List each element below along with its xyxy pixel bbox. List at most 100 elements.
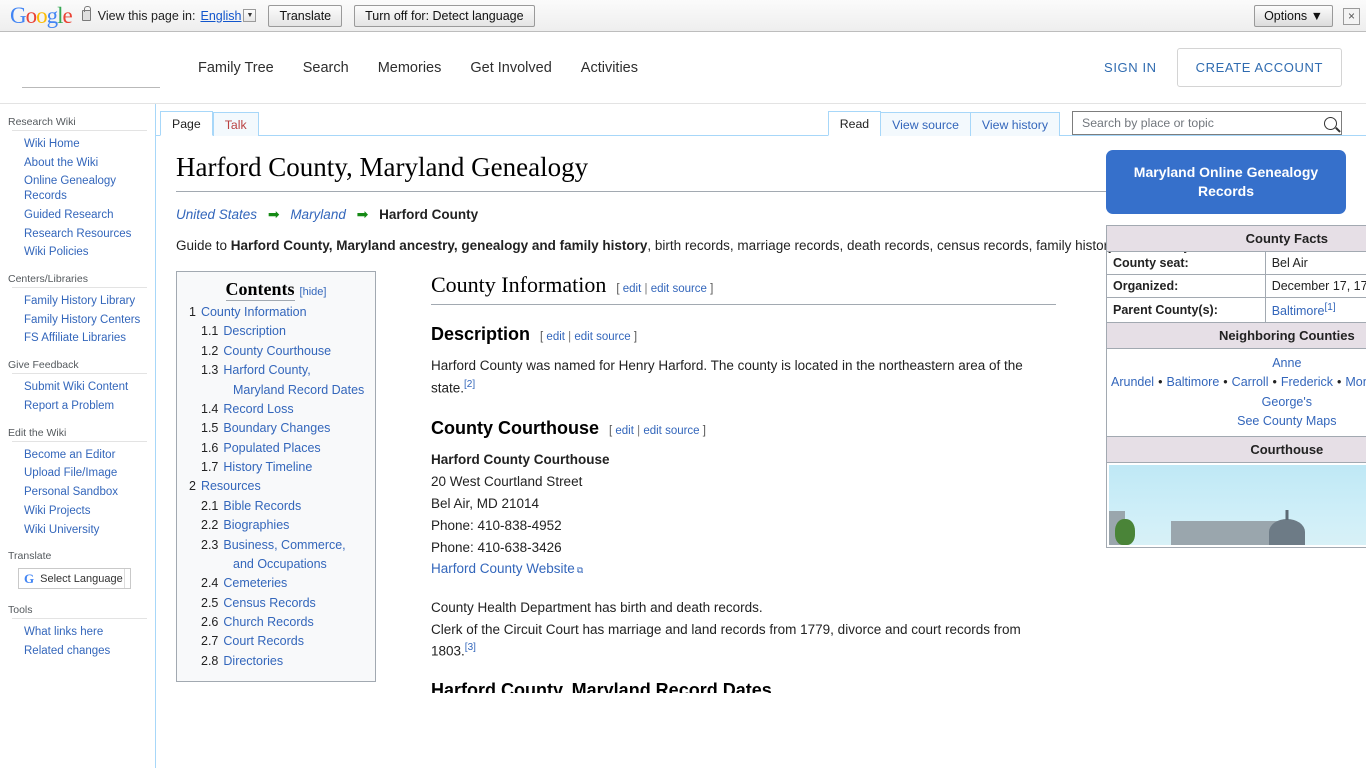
toc-number: 1.7: [201, 460, 219, 475]
sidebar-item-wiki-home[interactable]: Wiki Home: [12, 135, 147, 154]
neighboring-counties-header: Neighboring Counties: [1106, 321, 1366, 349]
nav-item-family-tree[interactable]: Family Tree: [198, 60, 274, 76]
toc-link-cemeteries[interactable]: Cemeteries: [223, 576, 287, 590]
translate-options-button[interactable]: Options ▼: [1254, 5, 1333, 27]
courthouse-website-link[interactable]: Harford County Website: [431, 561, 583, 576]
toc-item: 1.3 Harford County, Maryland Record Dates: [187, 361, 365, 400]
edit-source-link[interactable]: edit source: [651, 283, 707, 295]
sidebar-item-upload-file-image[interactable]: Upload File/Image: [12, 464, 147, 483]
neighbor-baltimore[interactable]: Baltimore: [1166, 375, 1219, 389]
toc-link-business-commerce-occupations[interactable]: Business, Commerce, and Occupations: [223, 538, 345, 571]
wiki-sidebar: Research Wiki Wiki Home About the Wiki O…: [0, 104, 155, 768]
tab-talk[interactable]: Talk: [212, 111, 259, 136]
nav-item-activities[interactable]: Activities: [581, 60, 638, 76]
familysearch-logo[interactable]: [22, 48, 162, 88]
toc-link-record-dates[interactable]: Harford County, Maryland Record Dates: [223, 363, 364, 396]
edit-link[interactable]: edit: [623, 283, 642, 295]
sidebar-item-submit-wiki-content[interactable]: Submit Wiki Content: [12, 378, 147, 397]
toc-link-county-courthouse[interactable]: County Courthouse: [223, 344, 331, 358]
reference-marker[interactable]: [3]: [465, 642, 476, 653]
toc-item: 2.7 Court Records: [187, 632, 365, 651]
sidebar-item-report-a-problem[interactable]: Report a Problem: [12, 397, 147, 416]
search-input[interactable]: [1080, 115, 1320, 131]
sidebar-item-wiki-projects[interactable]: Wiki Projects: [12, 502, 147, 521]
sidebar-item-online-genealogy-records[interactable]: Online Genealogy Records: [12, 172, 147, 205]
breadcrumb-united-states[interactable]: United States: [176, 207, 257, 222]
courthouse-street: 20 West Courtland Street: [431, 473, 583, 489]
parent-county-link[interactable]: Baltimore: [1272, 304, 1325, 318]
toc-link-resources[interactable]: Resources: [201, 479, 261, 493]
toc-link-bible-records[interactable]: Bible Records: [223, 499, 301, 513]
close-icon[interactable]: ×: [1343, 7, 1360, 25]
edit-link[interactable]: edit: [546, 331, 565, 343]
sidebar-item-wiki-university[interactable]: Wiki University: [12, 521, 147, 540]
sidebar-item-become-an-editor[interactable]: Become an Editor: [12, 446, 147, 465]
sidebar-item-family-history-centers[interactable]: Family History Centers: [12, 311, 147, 330]
toc-link-census-records[interactable]: Census Records: [223, 596, 315, 610]
create-account-button[interactable]: CREATE ACCOUNT: [1176, 48, 1342, 87]
tab-view-history[interactable]: View history: [969, 111, 1060, 136]
table-row: Parent County(s): Baltimore[1]: [1106, 296, 1366, 323]
sidebar-item-guided-research[interactable]: Guided Research: [12, 206, 147, 225]
reference-marker[interactable]: [2]: [464, 379, 475, 390]
sidebar-item-about-the-wiki[interactable]: About the Wiki: [12, 154, 147, 173]
translate-button[interactable]: Translate: [268, 4, 343, 27]
toc-link-county-information[interactable]: County Information: [201, 305, 307, 319]
breadcrumb-maryland[interactable]: Maryland: [290, 207, 346, 222]
sign-in-link[interactable]: SIGN IN: [1104, 60, 1157, 75]
health-department-text: County Health Department has birth and d…: [431, 600, 763, 616]
turn-off-translate-button[interactable]: Turn off for: Detect language: [354, 4, 535, 27]
neighboring-counties-list: Anne Arundel • Baltimore • Carroll • Frederick…: [1106, 347, 1366, 438]
tab-read[interactable]: Read: [827, 110, 882, 136]
sidebar-group-title-translate: Translate: [8, 550, 52, 563]
translate-language-link[interactable]: English: [200, 9, 241, 23]
toc-link-boundary-changes[interactable]: Boundary Changes: [223, 421, 330, 435]
sidebar-item-fs-affiliate-libraries[interactable]: FS Affiliate Libraries: [12, 329, 147, 348]
toc-number: 1.4: [201, 401, 219, 416]
toc-link-history-timeline[interactable]: History Timeline: [223, 460, 312, 474]
sidebar-item-what-links-here[interactable]: What links here: [12, 623, 147, 642]
toc-link-populated-places[interactable]: Populated Places: [223, 441, 320, 455]
section-heading-text: Description: [431, 323, 531, 344]
neighbor-montgomery[interactable]: Montgomery: [1345, 375, 1366, 389]
sidebar-group-title-centers-libraries: Centers/Libraries: [8, 273, 88, 286]
courthouse-city-state-zip: Bel Air, MD 21014: [431, 495, 540, 511]
toc-link-biographies[interactable]: Biographies: [223, 518, 289, 532]
edit-link[interactable]: edit: [615, 425, 634, 437]
toc-title: Contents: [225, 279, 295, 302]
neighbor-carroll[interactable]: Carroll: [1232, 375, 1269, 389]
toc-link-record-loss[interactable]: Record Loss: [223, 402, 293, 416]
table-of-contents: Contents [hide] 1 County Information 1.1 De…: [176, 271, 376, 683]
nav-item-get-involved[interactable]: Get Involved: [470, 60, 551, 76]
maryland-online-records-button[interactable]: Maryland Online Genealogy Records: [1106, 150, 1346, 214]
sidebar-item-research-resources[interactable]: Research Resources: [12, 225, 147, 244]
nav-item-search[interactable]: Search: [303, 60, 349, 76]
tab-view-source[interactable]: View source: [880, 111, 971, 136]
toc-hide-link[interactable]: [hide]: [300, 286, 327, 298]
search-icon[interactable]: [1324, 116, 1337, 130]
toc-link-directories[interactable]: Directories: [223, 654, 283, 668]
sidebar-item-family-history-library[interactable]: Family History Library: [12, 292, 147, 311]
toc-number: 2.7: [201, 634, 219, 649]
account-actions: SIGN IN CREATE ACCOUNT: [1104, 48, 1342, 87]
select-language-widget[interactable]: G Select Language: [18, 568, 131, 590]
neighbor-frederick[interactable]: Frederick: [1281, 375, 1333, 389]
toc-link-description[interactable]: Description: [223, 324, 286, 338]
edit-source-link[interactable]: edit source: [574, 331, 630, 343]
nav-item-memories[interactable]: Memories: [378, 60, 442, 76]
toc-item: 1 County Information: [187, 303, 365, 322]
edit-source-link[interactable]: edit source: [643, 425, 699, 437]
reference-marker[interactable]: [1]: [1324, 302, 1335, 313]
chevron-down-icon[interactable]: ▼: [243, 9, 257, 22]
sidebar-item-wiki-policies[interactable]: Wiki Policies: [12, 243, 147, 262]
main-text-column: County Information [ edit | edit source ]…: [431, 271, 1056, 693]
toc-number: 2.6: [201, 615, 219, 630]
tab-page[interactable]: Page: [160, 110, 213, 136]
sidebar-item-personal-sandbox[interactable]: Personal Sandbox: [12, 483, 147, 502]
search-box[interactable]: [1072, 111, 1342, 135]
toc-link-court-records[interactable]: Court Records: [223, 634, 304, 648]
toc-number: 1.6: [201, 440, 219, 455]
sidebar-item-related-changes[interactable]: Related changes: [12, 642, 147, 661]
see-county-maps-link[interactable]: See County Maps: [1237, 414, 1336, 428]
toc-link-church-records[interactable]: Church Records: [223, 615, 313, 629]
